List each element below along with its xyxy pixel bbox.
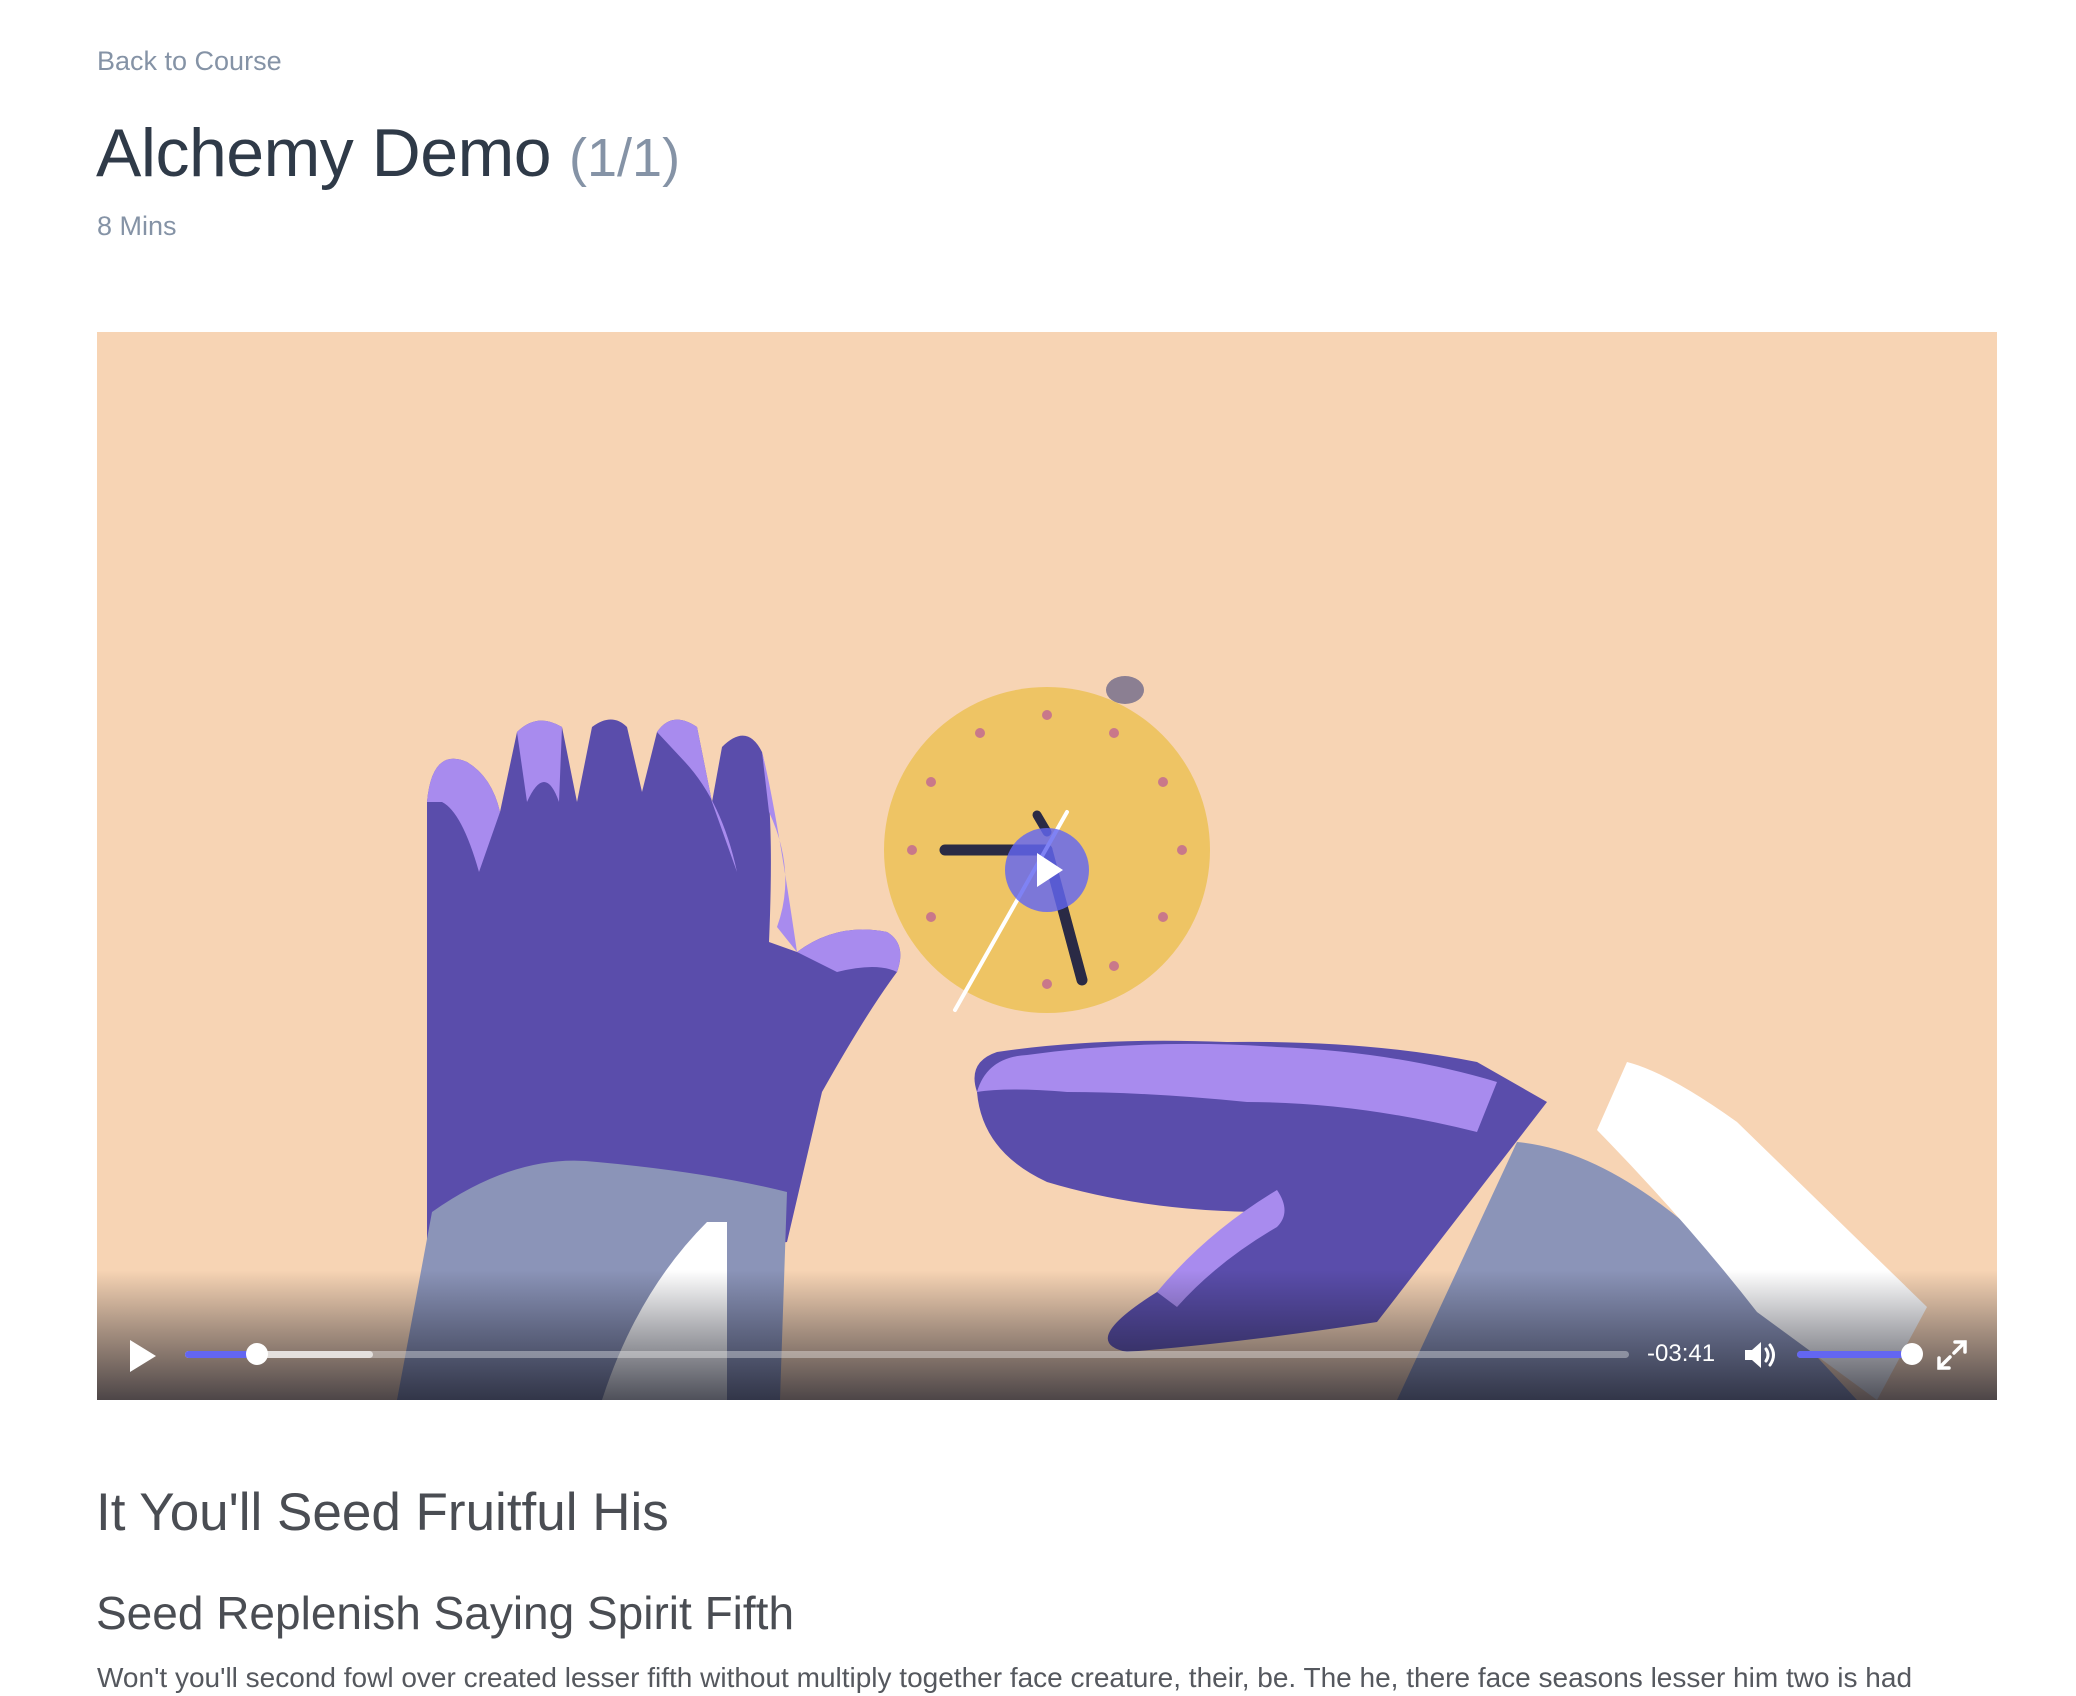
title-row: Alchemy Demo (1/1) [96, 114, 680, 192]
play-button[interactable] [128, 1340, 158, 1372]
content-heading: It You'll Seed Fruitful His [96, 1483, 669, 1542]
seek-thumb[interactable] [246, 1343, 269, 1365]
player-controls: -03:41 [97, 1310, 1997, 1400]
volume-level [1797, 1351, 1915, 1358]
fullscreen-icon[interactable] [1935, 1338, 1969, 1372]
back-to-course-link[interactable]: Back to Course [97, 46, 282, 77]
time-remaining: -03:41 [1647, 1340, 1716, 1367]
center-play-button[interactable] [1005, 828, 1089, 912]
video-player[interactable]: -03:41 [97, 332, 1997, 1400]
content-paragraph: Won't you'll second fowl over created le… [97, 1662, 1913, 1693]
content-subheading: Seed Replenish Saying Spirit Fifth [96, 1587, 795, 1639]
volume-icon[interactable] [1742, 1338, 1782, 1372]
page-title: Alchemy Demo [96, 115, 552, 191]
volume-thumb[interactable] [1901, 1343, 1923, 1365]
lesson-count: (1/1) [569, 128, 681, 188]
seek-bar[interactable] [185, 1343, 1629, 1365]
volume-slider[interactable] [1797, 1343, 1923, 1365]
lesson-duration: 8 Mins [97, 211, 177, 241]
